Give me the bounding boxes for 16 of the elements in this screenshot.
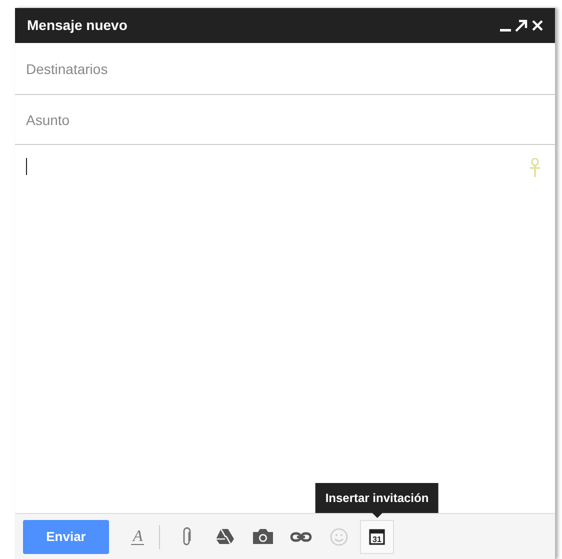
subject-field[interactable]: Asunto bbox=[15, 95, 555, 145]
camera-icon bbox=[252, 528, 274, 545]
send-button[interactable]: Enviar bbox=[23, 520, 109, 554]
tooltip-arrow-icon bbox=[372, 512, 382, 518]
link-icon bbox=[290, 532, 312, 542]
window-title: Mensaje nuevo bbox=[27, 16, 128, 35]
ankh-icon bbox=[529, 158, 541, 177]
calendar-icon: 31 bbox=[369, 528, 385, 544]
format-button[interactable]: A bbox=[121, 520, 155, 554]
smiley-icon bbox=[330, 528, 348, 546]
text-cursor bbox=[26, 158, 27, 175]
close-icon[interactable] bbox=[532, 20, 543, 31]
expand-icon[interactable] bbox=[515, 19, 528, 32]
triangle-icon bbox=[215, 528, 235, 545]
paperclip-icon bbox=[182, 526, 192, 546]
recipients-field[interactable]: Destinatarios bbox=[15, 43, 555, 95]
